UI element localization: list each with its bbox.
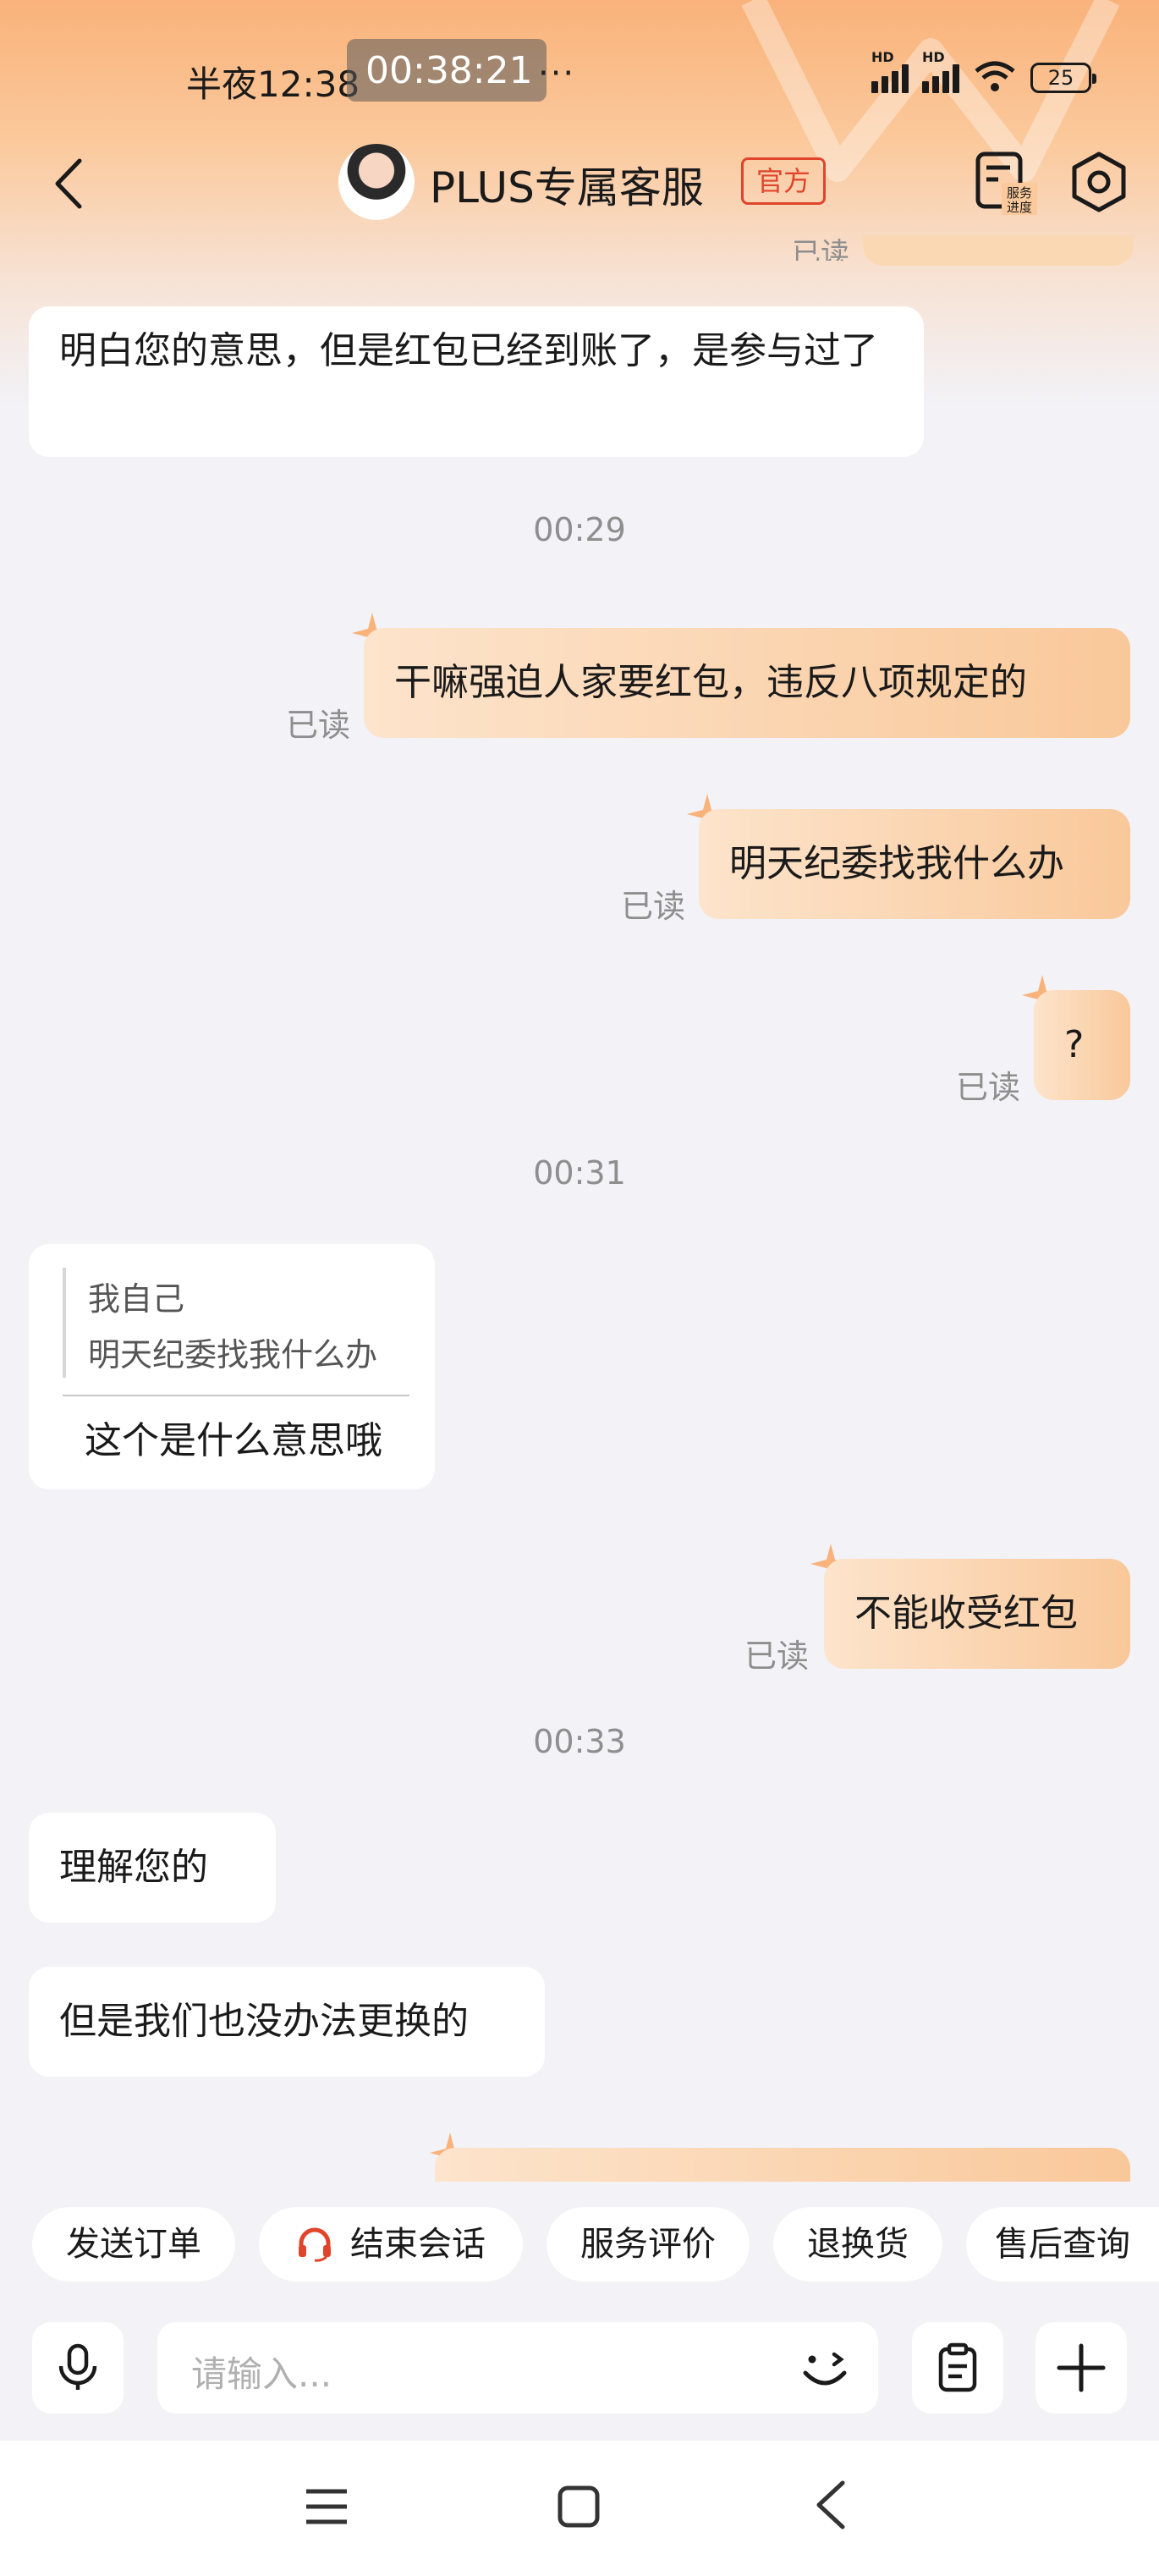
quoted-text: 明天纪委找我什么办 — [88, 1336, 378, 1373]
signal-icon: HD — [871, 49, 909, 93]
outgoing-bubble-partial — [435, 2148, 1130, 2182]
incoming-message[interactable]: 但是我们也没办法更换的 — [29, 1967, 545, 2077]
message-text: 这个是什么意思哦 — [85, 1419, 382, 1462]
read-status: 已读 — [956, 1069, 1021, 1106]
read-status: 已读 — [286, 707, 351, 744]
outgoing-message[interactable]: 明天纪委找我什么办 — [699, 809, 1130, 919]
signal-icon: HD — [922, 49, 959, 93]
status-time: 半夜12:38 — [186, 63, 360, 105]
timestamp: 00:29 — [533, 511, 626, 548]
service-progress-icon[interactable]: 服务 进度 — [973, 151, 1039, 217]
input-placeholder: 请输入... — [191, 2353, 332, 2395]
message-text: 干嘛强迫人家要红包，违反八项规定的 — [394, 661, 1027, 704]
system-navigation-bar — [0, 2441, 1159, 2576]
clipboard-icon — [938, 2342, 977, 2392]
recording-timer: 00:38:21 — [365, 49, 533, 92]
voice-button[interactable] — [32, 2322, 124, 2414]
message-text: 不能收受红包 — [854, 1592, 1078, 1635]
more-actions-button[interactable] — [1035, 2322, 1127, 2414]
quick-actions-bar: 发送订单 结束会话 服务评价 退换货 售后查询 — [0, 2182, 1159, 2309]
agent-avatar[interactable] — [338, 144, 415, 220]
more-notifications-icon: ··· — [538, 54, 576, 93]
menu-icon[interactable] — [301, 2481, 352, 2532]
order-clipboard-button[interactable] — [912, 2322, 1003, 2414]
read-status: 已读 — [792, 237, 849, 261]
message-text: 明白您的意思，但是红包已经到账了，是参与过了 — [59, 329, 878, 372]
end-session-button[interactable]: 结束会话 — [259, 2207, 523, 2282]
quote-author: 我自己 — [88, 1280, 185, 1318]
quote-bar — [63, 1268, 66, 1378]
status-bar: 半夜12:38 00:38:21 ··· HD HD 25 — [0, 0, 1159, 127]
battery-icon: 25 — [1030, 63, 1096, 93]
wifi-icon — [975, 61, 1015, 91]
outgoing-bubble-partial — [863, 235, 1134, 266]
incoming-quote-message[interactable]: 我自己 明天纪委找我什么办 这个是什么意思哦 — [29, 1244, 435, 1489]
chat-title: PLUS专属客服 — [430, 163, 704, 212]
send-order-button[interactable]: 发送订单 — [32, 2207, 235, 2282]
back-arrow-icon[interactable] — [47, 154, 90, 213]
input-bar: 请输入... — [0, 2309, 1159, 2441]
incoming-message[interactable]: 明白您的意思，但是红包已经到账了，是参与过了 — [29, 306, 924, 457]
svg-text:进度: 进度 — [1007, 200, 1032, 215]
message-text: 理解您的 — [59, 1846, 208, 1889]
timestamp: 00:31 — [533, 1154, 626, 1192]
headset-icon — [299, 2227, 331, 2262]
after-sales-query-button[interactable]: 售后查询 — [966, 2207, 1159, 2282]
timestamp: 00:33 — [533, 1723, 626, 1760]
plus-icon — [1057, 2343, 1106, 2392]
back-icon[interactable] — [805, 2478, 856, 2532]
incoming-message[interactable]: 理解您的 — [29, 1813, 276, 1923]
message-text: ? — [1064, 1023, 1085, 1066]
official-badge: 官方 — [741, 157, 826, 205]
microphone-icon — [58, 2343, 97, 2390]
status-icons: HD HD 25 — [871, 49, 1096, 93]
message-input[interactable]: 请输入... — [157, 2322, 878, 2414]
read-status: 已读 — [744, 1638, 810, 1675]
outgoing-message[interactable]: ? — [1034, 990, 1130, 1100]
outgoing-message[interactable]: 不能收受红包 — [824, 1559, 1130, 1669]
outgoing-message[interactable]: 干嘛强迫人家要红包，违反八项规定的 — [364, 628, 1130, 738]
message-text: 但是我们也没办法更换的 — [59, 2000, 469, 2043]
message-text: 明天纪委找我什么办 — [729, 842, 1064, 885]
settings-icon[interactable] — [1068, 151, 1130, 213]
chat-header: PLUS专属客服 官方 服务 进度 — [0, 135, 1159, 228]
return-exchange-button[interactable]: 退换货 — [773, 2207, 942, 2282]
svg-text:服务: 服务 — [1007, 185, 1032, 201]
read-status: 已读 — [621, 888, 686, 925]
service-rating-button[interactable]: 服务评价 — [547, 2207, 750, 2282]
quote-divider — [63, 1395, 409, 1396]
emoji-icon[interactable] — [797, 2341, 853, 2397]
home-icon[interactable] — [553, 2481, 604, 2532]
